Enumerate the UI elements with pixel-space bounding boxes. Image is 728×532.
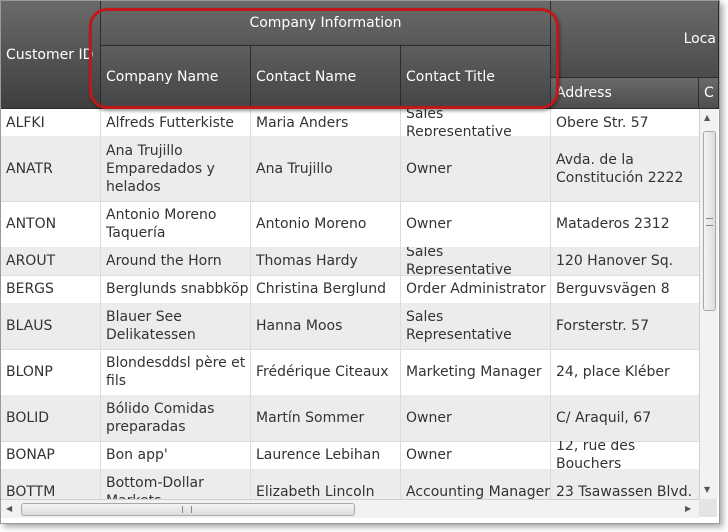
table-row[interactable]: AROUT Around the Horn Thomas Hardy Sales… — [1, 247, 701, 276]
cell-customer-id[interactable]: BOTTM — [1, 469, 101, 499]
cell-address[interactable]: 12, rue des Bouchers — [551, 441, 701, 469]
cell-contact-title[interactable]: Sales Representative — [401, 303, 551, 349]
cell-contact-title[interactable]: Marketing Manager — [401, 349, 551, 395]
cell-company-name[interactable]: Ana Trujillo Emparedados y helados — [101, 136, 251, 201]
column-header-label: Address — [556, 85, 612, 101]
horizontal-scroll-thumb[interactable] — [21, 503, 355, 516]
cell-company-name[interactable]: Antonio Moreno Taquería — [101, 201, 251, 247]
cell-company-name[interactable]: Around the Horn — [101, 247, 251, 275]
cell-customer-id[interactable]: BERGS — [1, 275, 101, 303]
cell-contact-title[interactable]: Owner — [401, 201, 551, 247]
column-header-customer-id[interactable]: Customer ID — [1, 1, 101, 109]
cell-company-name[interactable]: Bólido Comidas preparadas — [101, 395, 251, 441]
table-row[interactable]: BLAUS Blauer See Delikatessen Hanna Moos… — [1, 303, 701, 350]
table-row[interactable]: BONAP Bon app' Laurence Lebihan Owner 12… — [1, 441, 701, 470]
cell-customer-id[interactable]: ALFKI — [1, 109, 101, 136]
column-header-address[interactable]: Address — [551, 78, 699, 109]
table-row[interactable]: BLONP Blondesddsl père et fils Frédériqu… — [1, 349, 701, 396]
table-row[interactable]: BOTTM Bottom-Dollar Markets Elizabeth Li… — [1, 469, 701, 499]
cell-address[interactable]: Mataderos 2312 — [551, 201, 701, 247]
annotation-highlight — [89, 8, 559, 109]
horizontal-scrollbar[interactable]: ◀ ▶ — [1, 499, 699, 518]
cell-customer-id[interactable]: ANATR — [1, 136, 101, 201]
cell-address[interactable]: 24, place Kléber — [551, 349, 701, 395]
table-row[interactable]: BOLID Bólido Comidas preparadas Martín S… — [1, 395, 701, 442]
table-row[interactable]: ANATR Ana Trujillo Emparedados y helados… — [1, 136, 701, 202]
grid-rows: ALFKI Alfreds Futterkiste Maria Anders S… — [1, 109, 701, 499]
cell-customer-id[interactable]: BLONP — [1, 349, 101, 395]
cell-address[interactable]: C/ Araquil, 67 — [551, 395, 701, 441]
grid-view: Customer ID Company Information Loca Com… — [0, 0, 720, 524]
cell-contact-name[interactable]: Maria Anders — [251, 109, 401, 136]
cell-contact-name[interactable]: Ana Trujillo — [251, 136, 401, 201]
table-row[interactable]: ALFKI Alfreds Futterkiste Maria Anders S… — [1, 109, 701, 137]
cell-contact-title[interactable]: Owner — [401, 136, 551, 201]
cell-company-name[interactable]: Bottom-Dollar Markets — [101, 469, 251, 499]
scrollbar-corner — [699, 499, 717, 517]
cell-contact-name[interactable]: Martín Sommer — [251, 395, 401, 441]
cell-company-name[interactable]: Berglunds snabbköp — [101, 275, 251, 303]
table-row[interactable]: BERGS Berglunds snabbköp Christina Bergl… — [1, 275, 701, 304]
cell-contact-name[interactable]: Elizabeth Lincoln — [251, 469, 401, 499]
cell-contact-name[interactable]: Christina Berglund — [251, 275, 401, 303]
scroll-right-icon[interactable]: ▶ — [685, 504, 691, 513]
column-group-location: Loca — [551, 1, 719, 78]
cell-contact-name[interactable]: Thomas Hardy — [251, 247, 401, 275]
vertical-scroll-thumb[interactable] — [703, 131, 716, 311]
cell-contact-name[interactable]: Laurence Lebihan — [251, 441, 401, 469]
column-group-label: Loca — [683, 31, 716, 47]
scroll-up-icon[interactable]: ▲ — [704, 113, 710, 122]
cell-address[interactable]: Obere Str. 57 — [551, 109, 701, 136]
grip-icon — [182, 506, 192, 513]
cell-address[interactable]: Berguvsvägen 8 — [551, 275, 701, 303]
cell-contact-title[interactable]: Sales Representative — [401, 109, 551, 136]
cell-company-name[interactable]: Bon app' — [101, 441, 251, 469]
cell-company-name[interactable]: Alfreds Futterkiste — [101, 109, 251, 136]
cell-contact-name[interactable]: Frédérique Citeaux — [251, 349, 401, 395]
cell-company-name[interactable]: Blondesddsl père et fils — [101, 349, 251, 395]
vertical-scrollbar[interactable]: ▲ ▼ — [699, 109, 718, 499]
cell-customer-id[interactable]: AROUT — [1, 247, 101, 275]
cell-address[interactable]: Avda. de la Constitución 2222 — [551, 136, 701, 201]
cell-customer-id[interactable]: ANTON — [1, 201, 101, 247]
table-row[interactable]: ANTON Antonio Moreno Taquería Antonio Mo… — [1, 201, 701, 248]
cell-contact-name[interactable]: Hanna Moos — [251, 303, 401, 349]
cell-customer-id[interactable]: BONAP — [1, 441, 101, 469]
cell-customer-id[interactable]: BLAUS — [1, 303, 101, 349]
cell-contact-title[interactable]: Order Administrator — [401, 275, 551, 303]
column-header-label: C — [704, 85, 714, 101]
cell-contact-title[interactable]: Owner — [401, 441, 551, 469]
cell-address[interactable]: 120 Hanover Sq. — [551, 247, 701, 275]
cell-contact-title[interactable]: Owner — [401, 395, 551, 441]
cell-contact-title[interactable]: Sales Representative — [401, 247, 551, 275]
cell-address[interactable]: 23 Tsawassen Blvd. — [551, 469, 701, 499]
cell-contact-title[interactable]: Accounting Manager — [401, 469, 551, 499]
scroll-left-icon[interactable]: ◀ — [6, 504, 12, 513]
cell-company-name[interactable]: Blauer See Delikatessen — [101, 303, 251, 349]
grip-icon — [706, 218, 713, 226]
cell-customer-id[interactable]: BOLID — [1, 395, 101, 441]
scroll-down-icon[interactable]: ▼ — [704, 485, 710, 494]
column-header-city[interactable]: C — [699, 78, 719, 109]
column-header-label: Customer ID — [6, 46, 94, 63]
cell-address[interactable]: Forsterstr. 57 — [551, 303, 701, 349]
cell-contact-name[interactable]: Antonio Moreno — [251, 201, 401, 247]
